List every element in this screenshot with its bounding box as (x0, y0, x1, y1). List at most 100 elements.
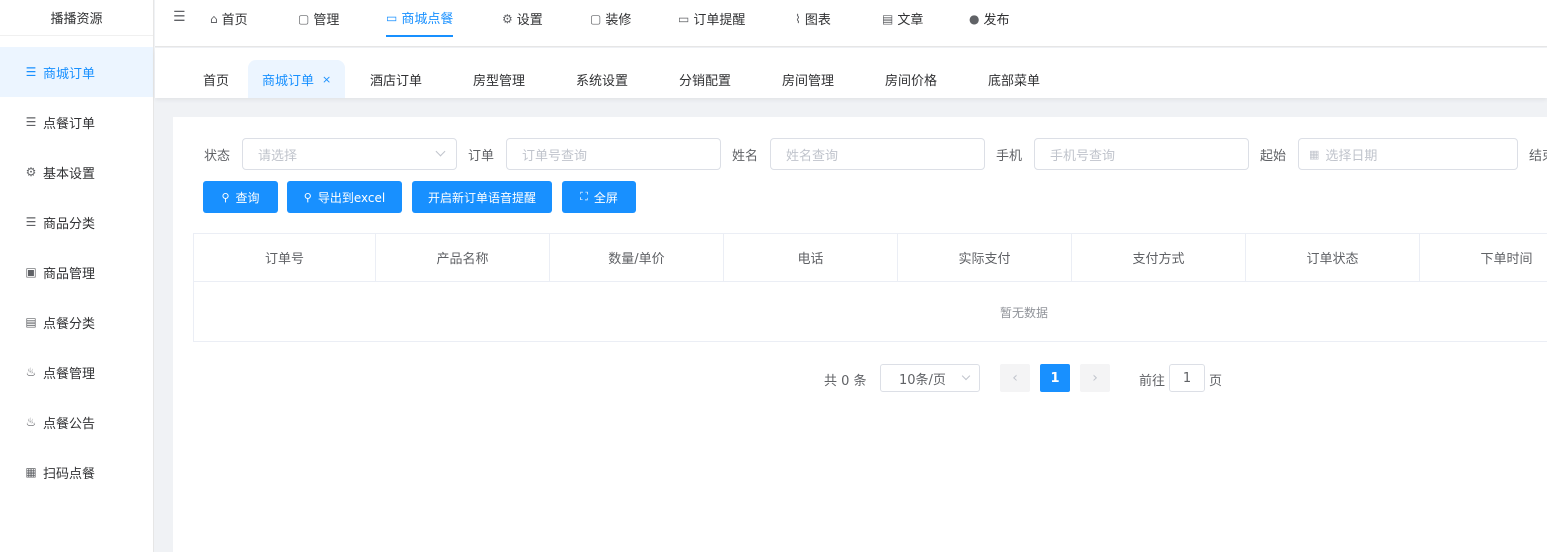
name-input[interactable]: 姓名查询 (770, 138, 985, 170)
wechat-icon: ● (969, 11, 980, 26)
close-icon[interactable]: × (322, 73, 331, 86)
column-header[interactable]: 下单时间 (1420, 234, 1547, 281)
sidebar-item-food-categories[interactable]: ▤ 点餐分类 (0, 297, 153, 347)
sidebar-item-food-orders[interactable]: ☰ 点餐订单 (0, 97, 153, 147)
export-excel-button[interactable]: ⚲ 导出到excel (287, 181, 402, 213)
chevron-down-icon (961, 371, 971, 381)
topnav-item-label: 装修 (605, 13, 632, 28)
voice-alert-button[interactable]: 开启新订单语音提醒 (412, 181, 552, 213)
tab-label: 房间价格 (885, 73, 938, 89)
tab-label: 底部菜单 (988, 73, 1041, 89)
tab-room-types[interactable]: 房型管理 (473, 60, 525, 98)
sidebar-item-food-announcements[interactable]: ♨ 点餐公告 (0, 397, 153, 447)
topnav-item-decorate[interactable]: ▢ 装修 (590, 0, 631, 37)
order-input[interactable]: 订单号查询 (506, 138, 721, 170)
box-icon: ▣ (25, 265, 37, 279)
end-date-label: 结束 (1529, 149, 1547, 164)
sidebar-item-product-categories[interactable]: ☰ 商品分类 (0, 197, 153, 247)
button-label: 导出到excel (317, 190, 386, 205)
topnav-item-label: 发布 (983, 13, 1010, 28)
empty-state: 暂无数据 (194, 282, 1547, 342)
prev-page-button[interactable]: ‹ (1000, 364, 1030, 392)
tabs-bar: 首页 商城订单 × 酒店订单 房型管理 系统设置 分销配置 房间管理 房间价格 … (155, 48, 1547, 98)
page-size-select[interactable]: 10条/页 (880, 364, 980, 392)
tab-room-prices[interactable]: 房间价格 (885, 60, 937, 98)
topnav-item-mall-dining[interactable]: ▭ 商城点餐 (386, 0, 454, 37)
column-header[interactable]: 数量/单价 (550, 234, 724, 281)
sidebar-menu: ☰ 商城订单 ☰ 点餐订单 ⚙ 基本设置 ☰ 商品分类 ▣ 商品管理 ▤ 点餐分… (0, 47, 153, 497)
edit-icon: ▢ (590, 11, 602, 26)
sidebar-item-food-management[interactable]: ♨ 点餐管理 (0, 347, 153, 397)
empty-text: 暂无数据 (1000, 305, 1049, 320)
button-label: 查询 (235, 190, 260, 205)
sidebar-item-label: 扫码点餐 (43, 466, 96, 482)
topnav-item-label: 订单提醒 (693, 13, 746, 28)
column-header[interactable]: 支付方式 (1072, 234, 1246, 281)
sidebar-item-product-management[interactable]: ▣ 商品管理 (0, 247, 153, 297)
topnav-item-manage[interactable]: ▢ 管理 (298, 0, 339, 37)
topnav-item-charts[interactable]: ⌇ 图表 (795, 0, 831, 37)
column-header[interactable]: 订单状态 (1246, 234, 1420, 281)
topnav-item-label: 管理 (313, 13, 340, 28)
topnav-item-order-alerts[interactable]: ▭ 订单提醒 (678, 0, 745, 37)
topnav-item-label: 设置 (516, 13, 543, 28)
brand-title: 播播资源 (0, 0, 153, 36)
name-label: 姓名 (732, 149, 759, 164)
page-jump-input[interactable]: 1 (1169, 364, 1205, 392)
search-button[interactable]: ⚲ 查询 (203, 181, 278, 213)
order-label: 订单 (468, 149, 495, 164)
tab-label: 商城订单 (262, 73, 315, 89)
home-icon: ⌂ (210, 11, 218, 26)
document-icon: ▤ (882, 11, 894, 26)
tab-home[interactable]: 首页 (203, 60, 229, 98)
tab-bottom-menu[interactable]: 底部菜单 (988, 60, 1040, 98)
sidebar-item-basic-settings[interactable]: ⚙ 基本设置 (0, 147, 153, 197)
column-header[interactable]: 电话 (724, 234, 898, 281)
sidebar-item-qr-ordering[interactable]: ▦ 扫码点餐 (0, 447, 153, 497)
start-date-label: 起始 (1260, 149, 1287, 164)
search-icon: ⚲ (221, 190, 230, 204)
column-header[interactable]: 实际支付 (898, 234, 1072, 281)
tab-system-settings[interactable]: 系统设置 (576, 60, 628, 98)
sidebar-item-mall-orders[interactable]: ☰ 商城订单 (0, 47, 153, 97)
calendar-icon: ▦ (1309, 147, 1320, 161)
column-header[interactable]: 订单号 (194, 234, 376, 281)
list-icon: ☰ (25, 65, 37, 79)
document-icon: ▤ (25, 315, 37, 329)
chevron-right-icon: › (1092, 370, 1098, 386)
fullscreen-icon: ⛶ (580, 190, 588, 203)
next-page-button[interactable]: › (1080, 364, 1110, 392)
sidebar-item-label: 商城订单 (43, 66, 96, 82)
topnav-item-home[interactable]: ⌂ 首页 (210, 0, 248, 37)
topnav-item-settings[interactable]: ⚙ 设置 (502, 0, 543, 37)
chat-icon: ▭ (386, 10, 398, 25)
start-date-picker[interactable]: ▦ 选择日期 (1298, 138, 1518, 170)
page-number-current[interactable]: 1 (1040, 364, 1070, 392)
orders-table: 订单号 产品名称 数量/单价 电话 实际支付 支付方式 订单状态 下单时间 暂无… (193, 233, 1547, 342)
chevron-down-icon (435, 146, 446, 157)
sidebar-item-label: 点餐公告 (43, 416, 96, 432)
list-plus-icon: ☰ (25, 215, 37, 229)
tab-distribution[interactable]: 分销配置 (679, 60, 731, 98)
sidebar-item-label: 点餐管理 (43, 366, 96, 382)
collapse-menu-icon[interactable]: ☰ (173, 9, 186, 25)
phone-input[interactable]: 手机号查询 (1034, 138, 1249, 170)
tab-label: 房间管理 (782, 73, 835, 89)
status-select[interactable]: 请选择 (242, 138, 457, 170)
topnav-item-label: 首页 (221, 13, 248, 28)
table-header: 订单号 产品名称 数量/单价 电话 实际支付 支付方式 订单状态 下单时间 (194, 234, 1547, 282)
tab-mall-orders[interactable]: 商城订单 × (248, 60, 346, 98)
goto-label: 前往 (1139, 374, 1166, 389)
name-placeholder: 姓名查询 (786, 148, 839, 164)
tab-rooms[interactable]: 房间管理 (782, 60, 834, 98)
topnav-item-articles[interactable]: ▤ 文章 (882, 0, 923, 37)
topnav-item-label: 图表 (804, 13, 831, 28)
topnav-item-label: 文章 (897, 13, 924, 28)
column-header[interactable]: 产品名称 (376, 234, 550, 281)
chevron-left-icon: ‹ (1012, 370, 1018, 386)
fullscreen-button[interactable]: ⛶ 全屏 (562, 181, 636, 213)
top-navbar: ☰ ⌂ 首页 ▢ 管理 ▭ 商城点餐 ⚙ 设置 ▢ 装修 ▭ 订单提醒 ⌇ 图表 (155, 0, 1547, 47)
topnav-item-publish[interactable]: ● 发布 (969, 0, 1010, 37)
button-label: 全屏 (593, 190, 618, 205)
tab-hotel-orders[interactable]: 酒店订单 (370, 60, 422, 98)
